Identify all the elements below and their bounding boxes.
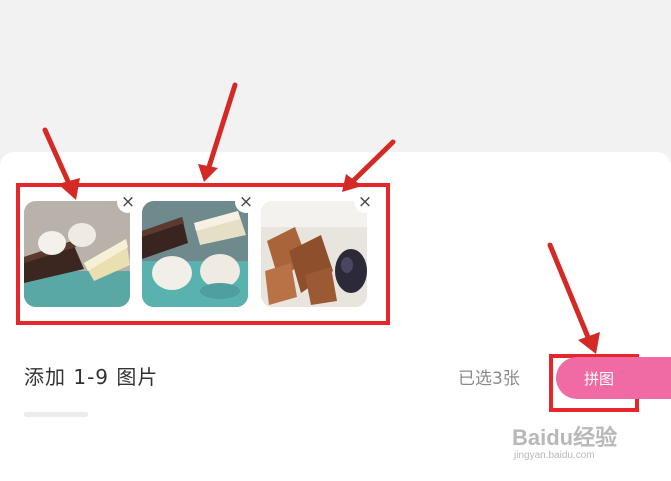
collage-button-label: 拼图: [584, 369, 615, 388]
watermark-brand: Baidu经验: [512, 425, 618, 450]
watermark: Baidu经验 jingyan.baidu.com: [512, 420, 618, 461]
annotation-highlight-photos: [16, 183, 390, 325]
selected-count-label: 已选3张: [458, 369, 520, 389]
collage-button[interactable]: 拼图: [556, 357, 671, 399]
add-photos-label: 添加 1-9 图片: [24, 365, 159, 389]
divider: [24, 412, 88, 417]
watermark-url: jingyan.baidu.com: [514, 450, 595, 461]
